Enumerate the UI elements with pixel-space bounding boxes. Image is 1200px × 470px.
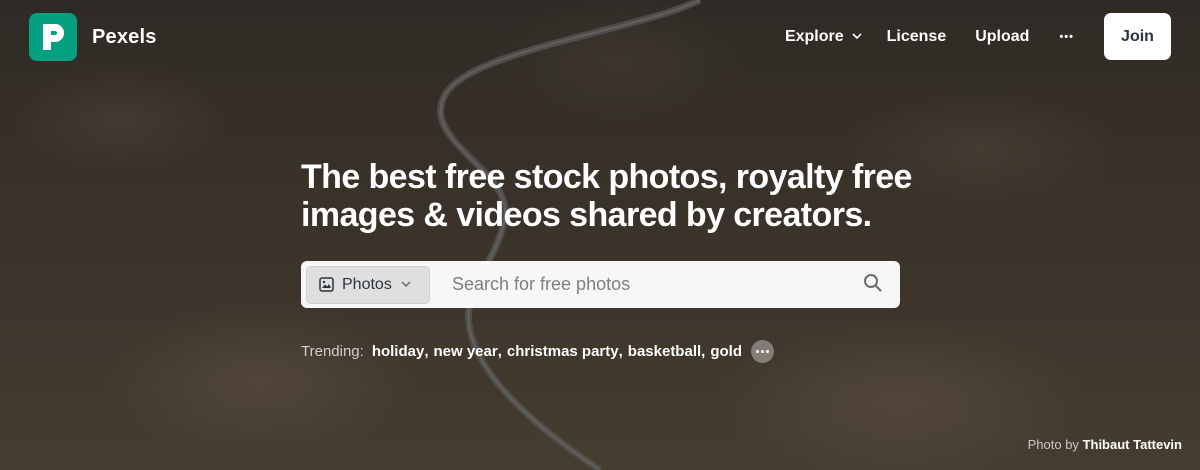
search-type-dropdown[interactable]: Photos [306, 265, 430, 304]
photo-credit: Photo by Thibaut Tattevin [1028, 437, 1182, 452]
search-icon [863, 273, 882, 297]
nav-explore[interactable]: Explore [785, 28, 862, 46]
search-input[interactable] [452, 265, 852, 304]
trending-link-basketball[interactable]: basketball [628, 343, 701, 360]
main-nav: Explore License Upload ••• Join [785, 13, 1171, 60]
search-type-label: Photos [342, 275, 392, 293]
trending-link-christmas-party[interactable]: christmas party [507, 343, 619, 360]
search-bar: Photos [301, 261, 900, 308]
join-button[interactable]: Join [1104, 13, 1171, 60]
nav-upload[interactable]: Upload [975, 28, 1029, 46]
chevron-down-icon [401, 281, 411, 288]
pexels-logo-link[interactable]: Pexels [29, 13, 157, 61]
brand-name: Pexels [92, 25, 157, 48]
trending-link-gold[interactable]: gold [710, 343, 742, 360]
trending-searches: Trending: holiday, new year, christmas p… [301, 339, 774, 363]
trending-link-holiday[interactable]: holiday [372, 343, 425, 360]
nav-license[interactable]: License [887, 28, 947, 46]
more-menu-button[interactable]: ••• [1059, 31, 1074, 43]
pexels-logo-icon [29, 13, 77, 61]
trending-link-new-year[interactable]: new year [434, 343, 498, 360]
nav-explore-label: Explore [784, 27, 844, 45]
trending-more-button[interactable] [750, 339, 774, 363]
hero-headline: The best free stock photos, royalty free… [301, 158, 921, 234]
ellipsis-icon: ••• [1059, 30, 1074, 43]
trending-label: Trending: [301, 342, 364, 360]
photo-credit-prefix: Photo by [1027, 437, 1079, 452]
photo-credit-author-link[interactable]: Thibaut Tattevin [1083, 437, 1182, 452]
image-icon [319, 277, 334, 292]
ellipsis-icon [755, 349, 769, 353]
site-header: Pexels Explore License Upload ••• Join [0, 0, 1200, 74]
headline-line-2: images & videos shared by creators. [301, 196, 872, 234]
headline-line-1: The best free stock photos, royalty free [301, 158, 912, 196]
chevron-down-icon [852, 33, 862, 40]
search-button[interactable] [852, 265, 892, 305]
